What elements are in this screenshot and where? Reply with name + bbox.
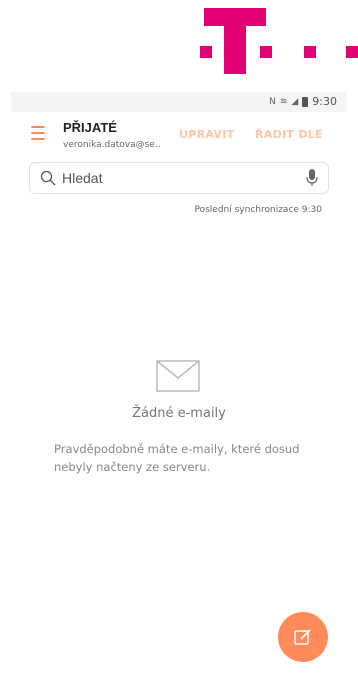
- microphone-icon[interactable]: [306, 169, 318, 187]
- edit-button[interactable]: UPRAVIT: [179, 128, 234, 141]
- sync-status: Poslední synchronizace 9:30: [194, 205, 323, 215]
- battery-icon: [302, 96, 309, 107]
- empty-state-title: Žádné e-maily: [132, 406, 226, 421]
- page-title: PŘIJATÉ: [63, 120, 117, 135]
- nfc-icon: N: [269, 96, 276, 107]
- compose-button[interactable]: [278, 612, 328, 662]
- empty-state-description: Pravděpodobně máte e-maily, které dosud …: [54, 442, 300, 474]
- app-bar: PŘIJATÉ veronika.datova@se.. UPRAVIT ŘAD…: [11, 112, 347, 160]
- search-placeholder: Hledat: [62, 170, 103, 186]
- envelope-icon: [156, 360, 200, 392]
- wifi-icon: ≋: [279, 96, 288, 107]
- menu-icon[interactable]: [31, 126, 45, 140]
- compose-icon: [294, 629, 311, 645]
- signal-icon: ◢: [291, 96, 299, 107]
- status-time: 9:30: [312, 95, 337, 108]
- search-input[interactable]: Hledat: [29, 162, 329, 194]
- status-bar: N ≋ ◢ 9:30: [11, 92, 347, 112]
- sort-button[interactable]: ŘADIT DLE: [255, 128, 323, 141]
- search-icon: [40, 170, 56, 186]
- telekom-logo: [200, 8, 358, 78]
- account-email: veronika.datova@se..: [63, 140, 161, 150]
